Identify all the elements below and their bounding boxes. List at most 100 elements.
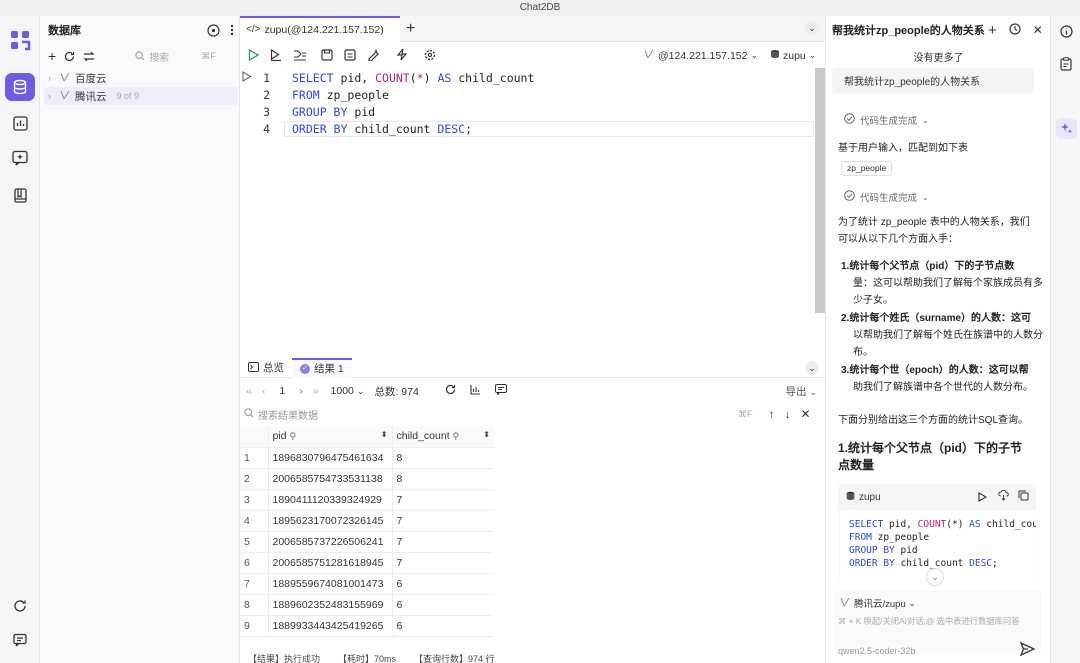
run-code-icon[interactable] (978, 491, 988, 505)
table-row[interactable]: 4 1895623170072326145 7 (240, 510, 494, 532)
last-page-icon[interactable]: » (313, 385, 319, 397)
cell-child-count[interactable]: 7 (392, 489, 494, 511)
table-row[interactable]: 8 1889602352483155969 6 (240, 594, 494, 616)
format-icon[interactable] (367, 48, 380, 64)
arrow-down-icon[interactable]: ↓ (785, 407, 791, 421)
run-line-icon[interactable] (242, 71, 252, 85)
arrow-up-icon[interactable]: ↑ (769, 407, 775, 421)
first-page-icon[interactable]: « (246, 385, 252, 397)
cell-pid[interactable]: 1889933443425419265 (268, 615, 393, 637)
info-icon[interactable] (1060, 25, 1073, 41)
ai-optimize-icon[interactable] (396, 48, 408, 64)
prev-page-icon[interactable]: ‹ (262, 385, 266, 397)
filter-icon[interactable]: ⚲ (453, 431, 460, 441)
insert-code-icon[interactable] (998, 489, 1009, 504)
cell-child-count[interactable]: 6 (392, 615, 494, 637)
table-row[interactable]: 5 2006585737226506241 7 (240, 531, 494, 553)
save-icon[interactable] (321, 48, 333, 64)
cell-pid[interactable]: 2006585737226506241 (268, 531, 393, 553)
settings-gear-icon[interactable] (424, 49, 436, 64)
saved-queries-book-icon[interactable] (5, 181, 35, 209)
sort-icon[interactable]: ⬍ (483, 430, 490, 439)
comment-icon[interactable] (494, 384, 507, 398)
ai-chat-icon[interactable] (5, 144, 35, 172)
feedback-icon[interactable] (5, 626, 35, 654)
scroll-down-icon[interactable]: ⌄ (926, 568, 944, 586)
cell-child-count[interactable]: 7 (392, 531, 494, 553)
model-selector[interactable]: qwen2.5-coder-32b (838, 646, 916, 656)
input-connection-selector[interactable]: 腾讯云/zupu ⌄ (840, 596, 915, 610)
table-row[interactable]: 3 1890411120339324929 7 (240, 489, 494, 511)
cell-pid[interactable]: 1896830796475461634 (268, 447, 393, 469)
refresh-results-icon[interactable] (445, 384, 456, 398)
refresh-connections-icon[interactable] (64, 51, 75, 62)
cell-pid[interactable]: 1889602352483155969 (268, 594, 393, 616)
cell-pid[interactable]: 1895623170072326145 (268, 510, 393, 532)
save-as-icon[interactable] (344, 48, 356, 64)
connection-selector[interactable]: @124.221.157.152 ⌄ (644, 49, 758, 62)
main-area: </> zupu(@124.221.157.152) + ⌄ @124.221.… (240, 15, 825, 663)
cell-child-count[interactable]: 6 (392, 573, 494, 595)
close-icon[interactable]: ✕ (1033, 23, 1043, 37)
results-dropdown-icon[interactable]: ⌄ (805, 361, 819, 375)
ai-assistant-icon[interactable] (1056, 118, 1077, 139)
add-tab-icon[interactable]: + (406, 20, 415, 38)
generation-status[interactable]: 代码生成完成 ⌄ (844, 113, 929, 127)
table-row[interactable]: 6 2006585751281618945 7 (240, 552, 494, 574)
add-connection-icon[interactable]: + (48, 48, 56, 64)
tree-search-input[interactable]: 搜索 (149, 49, 201, 64)
tab-result[interactable]: ✓ 结果 1 (292, 357, 352, 378)
sort-icon[interactable]: ⬍ (381, 430, 388, 439)
cell-pid[interactable]: 2006585751281618945 (268, 552, 393, 574)
run-selected-icon[interactable] (270, 48, 282, 64)
chart-view-icon[interactable] (470, 384, 481, 398)
table-tag[interactable]: zp_people (841, 161, 893, 176)
copy-icon[interactable] (1018, 490, 1029, 504)
cell-pid[interactable]: 1889559674081001473 (268, 573, 393, 595)
new-chat-icon[interactable]: + (988, 22, 997, 39)
chat-input[interactable]: ⌘ + K 唤起/关闭AI对话,@ 选中表进行数据库问答 (838, 615, 1040, 627)
app-logo-icon[interactable] (5, 26, 35, 54)
tabs-dropdown-icon[interactable]: ⌄ (805, 21, 819, 35)
sync-icon[interactable] (83, 51, 95, 62)
table-row[interactable]: 9 1889933443425419265 6 (240, 615, 494, 637)
dashboard-chart-icon[interactable] (5, 109, 35, 137)
cell-child-count[interactable]: 8 (392, 447, 494, 469)
send-icon[interactable] (1019, 641, 1036, 659)
editor-tab[interactable]: </> zupu(@124.221.157.152) (240, 15, 400, 42)
next-page-icon[interactable]: › (299, 385, 303, 397)
table-row[interactable]: 2 2006585754733531138 8 (240, 468, 494, 490)
page-size-select[interactable]: 1000 (331, 385, 354, 397)
clipboard-icon[interactable] (1060, 57, 1072, 74)
export-button[interactable]: 导出 ⌄ (786, 384, 817, 399)
cell-pid[interactable]: 1890411120339324929 (268, 489, 393, 511)
explain-icon[interactable] (293, 49, 307, 64)
cell-child-count[interactable]: 6 (392, 594, 494, 616)
generation-status[interactable]: 代码生成完成 ⌄ (844, 190, 929, 204)
run-icon[interactable] (248, 48, 260, 64)
connection-settings-icon[interactable] (207, 23, 220, 37)
table-row[interactable]: 7 1889559674081001473 6 (240, 573, 494, 595)
cell-child-count[interactable]: 7 (392, 552, 494, 574)
history-icon[interactable] (1009, 22, 1021, 38)
table-row[interactable]: 1 1896830796475461634 8 (240, 447, 494, 469)
editor-scrollbar[interactable] (815, 68, 825, 313)
cell-child-count[interactable]: 8 (392, 468, 494, 490)
column-header-child-count[interactable]: child_count ⚲ ⬍ (392, 426, 494, 448)
page-number[interactable]: 1 (279, 385, 285, 397)
result-search-input[interactable]: 搜索结果数据 (258, 407, 738, 422)
column-header-pid[interactable]: pid ⚲ ⬍ (268, 426, 393, 448)
database-selector[interactable]: zupu ⌄ (770, 49, 816, 62)
filter-icon[interactable]: ⚲ (289, 431, 296, 441)
refresh-icon[interactable] (5, 592, 35, 620)
cell-pid[interactable]: 2006585754733531138 (268, 468, 393, 490)
cell-child-count[interactable]: 7 (392, 510, 494, 532)
tree-item-tencent[interactable]: › 腾讯云 9 of 9 (44, 87, 238, 105)
tree-item-baidu[interactable]: › 百度云 (48, 70, 234, 86)
close-icon[interactable]: ✕ (801, 407, 811, 421)
more-vertical-icon[interactable] (230, 24, 234, 36)
sql-editor[interactable]: 1 2 3 4 SELECT pid, COUNT(*) AS child_co… (240, 68, 825, 358)
chat-input-box[interactable]: 腾讯云/zupu ⌄ ⌘ + K 唤起/关闭AI对话,@ 选中表进行数据库问答 (834, 590, 1042, 654)
database-icon[interactable] (5, 73, 35, 101)
tab-overview[interactable]: 总览 (240, 358, 292, 378)
